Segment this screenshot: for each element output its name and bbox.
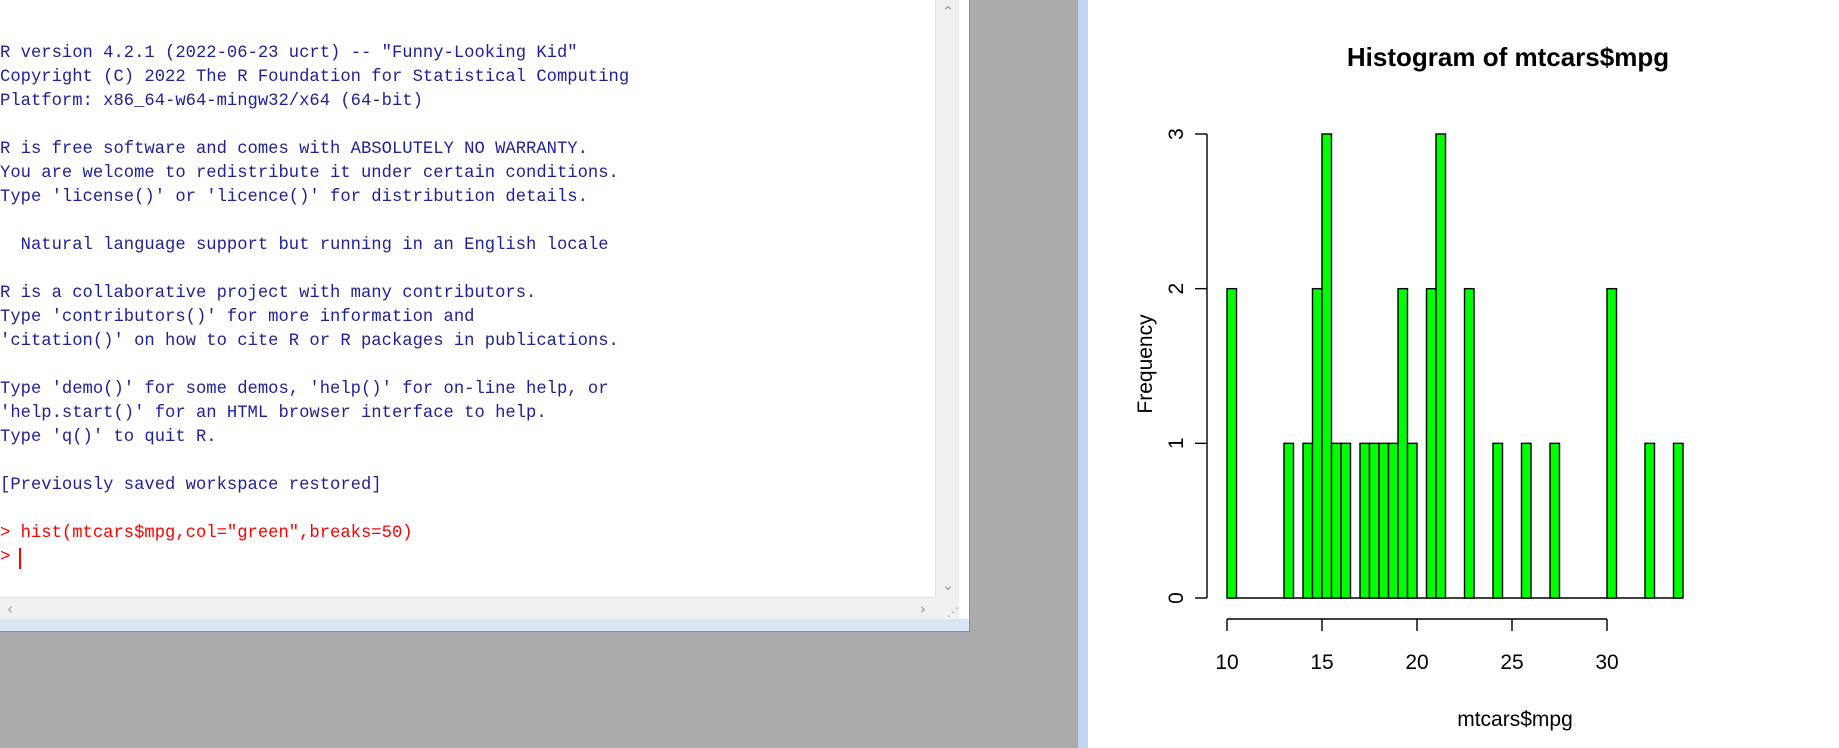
console-line: Type 'q()' to quit R. — [0, 428, 217, 447]
histogram-bar — [1463, 287, 1475, 599]
histogram-bar — [1435, 133, 1447, 599]
console-line: Platform: x86_64-w64-mingw32/x64 (64-bit… — [0, 92, 423, 111]
x-tick-label: 15 — [1310, 651, 1333, 674]
histogram-bar — [1311, 287, 1323, 599]
mdi-background — [970, 0, 1078, 748]
resize-grip-icon[interactable]: ⋰ — [935, 597, 959, 619]
console-window-frame — [0, 619, 969, 631]
y-axis-title: Frequency — [1134, 314, 1157, 414]
x-tick-label: 25 — [1500, 651, 1523, 674]
histogram-bar — [1397, 287, 1409, 599]
console-line: 'help.start()' for an HTML browser inter… — [0, 404, 547, 423]
console-line: Type 'license()' or 'licence()' for dist… — [0, 188, 588, 207]
console-line: Type 'contributors()' for more informati… — [0, 308, 475, 327]
vertical-scrollbar[interactable]: ⌃ ⌄ — [935, 0, 959, 597]
histogram-bar — [1340, 442, 1352, 599]
y-axis: 0 1 2 3 — [1165, 128, 1208, 604]
y-tick-label: 1 — [1165, 437, 1188, 449]
x-tick-label: 30 — [1595, 651, 1618, 674]
histogram-bar — [1302, 442, 1314, 599]
console-line: R version 4.2.1 (2022-06-23 ucrt) -- "Fu… — [0, 44, 578, 63]
text-cursor — [19, 548, 21, 569]
histogram-bar — [1406, 442, 1418, 599]
console-line: R is a collaborative project with many c… — [0, 284, 537, 303]
x-axis-title: mtcars$mpg — [1457, 708, 1573, 731]
console-line: Type 'demo()' for some demos, 'help()' f… — [0, 380, 609, 399]
scroll-right-icon[interactable]: › — [913, 598, 933, 620]
console-output[interactable]: R version 4.2.1 (2022-06-23 ucrt) -- "Fu… — [0, 0, 935, 597]
histogram-bar — [1359, 442, 1371, 599]
console-line: Copyright (C) 2022 The R Foundation for … — [0, 68, 630, 87]
histogram-bar — [1425, 287, 1437, 599]
y-tick-label: 2 — [1165, 283, 1188, 295]
horizontal-scrollbar[interactable]: ‹ › — [0, 597, 935, 619]
chart-title: Histogram of mtcars$mpg — [1347, 42, 1669, 72]
y-tick-label: 0 — [1165, 592, 1188, 604]
histogram-bar — [1549, 442, 1561, 599]
console-line: 'citation()' on how to cite R or R packa… — [0, 332, 619, 351]
histogram-bar — [1283, 442, 1295, 599]
console-line: R is free software and comes with ABSOLU… — [0, 140, 588, 159]
histogram-bar — [1672, 442, 1684, 599]
scroll-up-icon[interactable]: ⌃ — [936, 0, 960, 24]
histogram-bar — [1520, 442, 1532, 599]
histogram-bar — [1321, 133, 1333, 599]
histogram-bar — [1492, 442, 1504, 599]
scroll-down-icon[interactable]: ⌄ — [936, 573, 960, 597]
console-command-line: > hist(mtcars$mpg,col="green",breaks=50) — [0, 524, 413, 543]
histogram-bar — [1606, 287, 1618, 599]
histogram-bar — [1644, 442, 1656, 599]
histogram-bar — [1368, 442, 1380, 599]
console-prompt[interactable]: > — [0, 548, 21, 568]
x-tick-label: 10 — [1215, 651, 1238, 674]
console-line: You are welcome to redistribute it under… — [0, 164, 619, 183]
histogram-bar — [1226, 287, 1238, 599]
console-line: Natural language support but running in … — [0, 236, 609, 255]
histogram-bar — [1378, 442, 1390, 599]
r-graphics-window: Histogram of mtcars$mpg 10 15 20 25 30 0123 … — [1078, 0, 1839, 748]
histogram-bar — [1330, 442, 1342, 599]
histogram-plot: Histogram of mtcars$mpg 10 15 20 25 30 0123 … — [1134, 42, 1684, 731]
console-line: [Previously saved workspace restored] — [0, 476, 382, 495]
x-tick-label: 20 — [1405, 651, 1428, 674]
y-tick-label: 3 — [1165, 128, 1188, 140]
r-console-window: R version 4.2.1 (2022-06-23 ucrt) -- "Fu… — [0, 0, 970, 632]
x-axis: 10 15 20 25 30 — [1215, 618, 1619, 674]
scroll-left-icon[interactable]: ‹ — [0, 598, 20, 620]
bars-group — [1226, 133, 1684, 599]
histogram-bar — [1387, 442, 1399, 599]
